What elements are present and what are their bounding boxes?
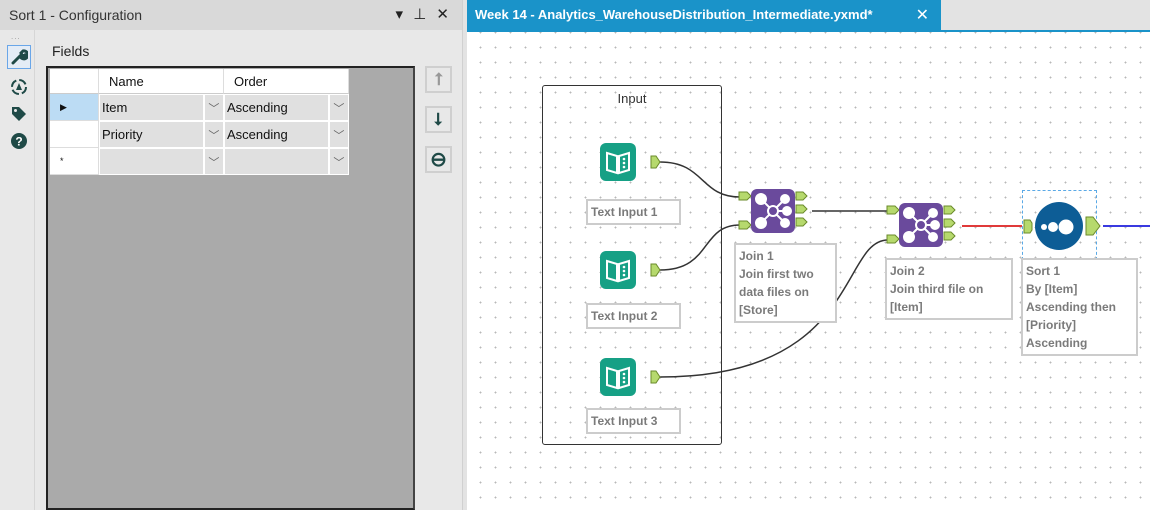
book-icon (600, 251, 661, 289)
annotation-line: [Priority] (1026, 318, 1077, 332)
annotation-line: Sort 1 (1026, 264, 1061, 278)
join-1-tool[interactable] (737, 189, 813, 238)
annotation-line: [Store] (739, 303, 778, 317)
join-1-annotation[interactable]: Join 1 Join first two data files on [Sto… (734, 243, 837, 323)
connection-wires (659, 161, 1150, 378)
join-2-annotation[interactable]: Join 2 Join third file on [Item] (885, 258, 1013, 320)
sort-icon (1023, 202, 1101, 250)
join-2-tool[interactable] (885, 203, 961, 252)
annotation-line: Join third file on (890, 282, 984, 296)
annotation-line: Ascending (1026, 336, 1088, 350)
annotation-line: Join 2 (890, 264, 925, 278)
wire-text2-join1 (659, 224, 741, 271)
annotation-line: Join 1 (739, 249, 774, 263)
text-input-2-label[interactable]: Text Input 2 (586, 303, 681, 329)
sort-1-annotation[interactable]: Sort 1 By [Item] Ascending then [Priorit… (1021, 258, 1138, 356)
annotation-line: Join first two (739, 267, 814, 281)
text-input-1-tool[interactable] (600, 143, 665, 186)
book-icon (600, 143, 661, 181)
text-input-3-tool[interactable] (600, 358, 665, 401)
wire-text1-join1 (659, 161, 741, 198)
annotation-line: Ascending then (1026, 300, 1117, 314)
join-icon (886, 203, 956, 247)
sort-1-tool[interactable] (1022, 190, 1101, 260)
book-icon (600, 358, 661, 396)
annotation-line: [Item] (890, 300, 923, 314)
text-input-1-label[interactable]: Text Input 1 (586, 199, 681, 225)
text-input-2-tool[interactable] (600, 251, 665, 294)
annotation-line: data files on (739, 285, 810, 299)
join-icon (738, 189, 808, 233)
text-input-3-label[interactable]: Text Input 3 (586, 408, 681, 434)
annotation-line: By [Item] (1026, 282, 1078, 296)
